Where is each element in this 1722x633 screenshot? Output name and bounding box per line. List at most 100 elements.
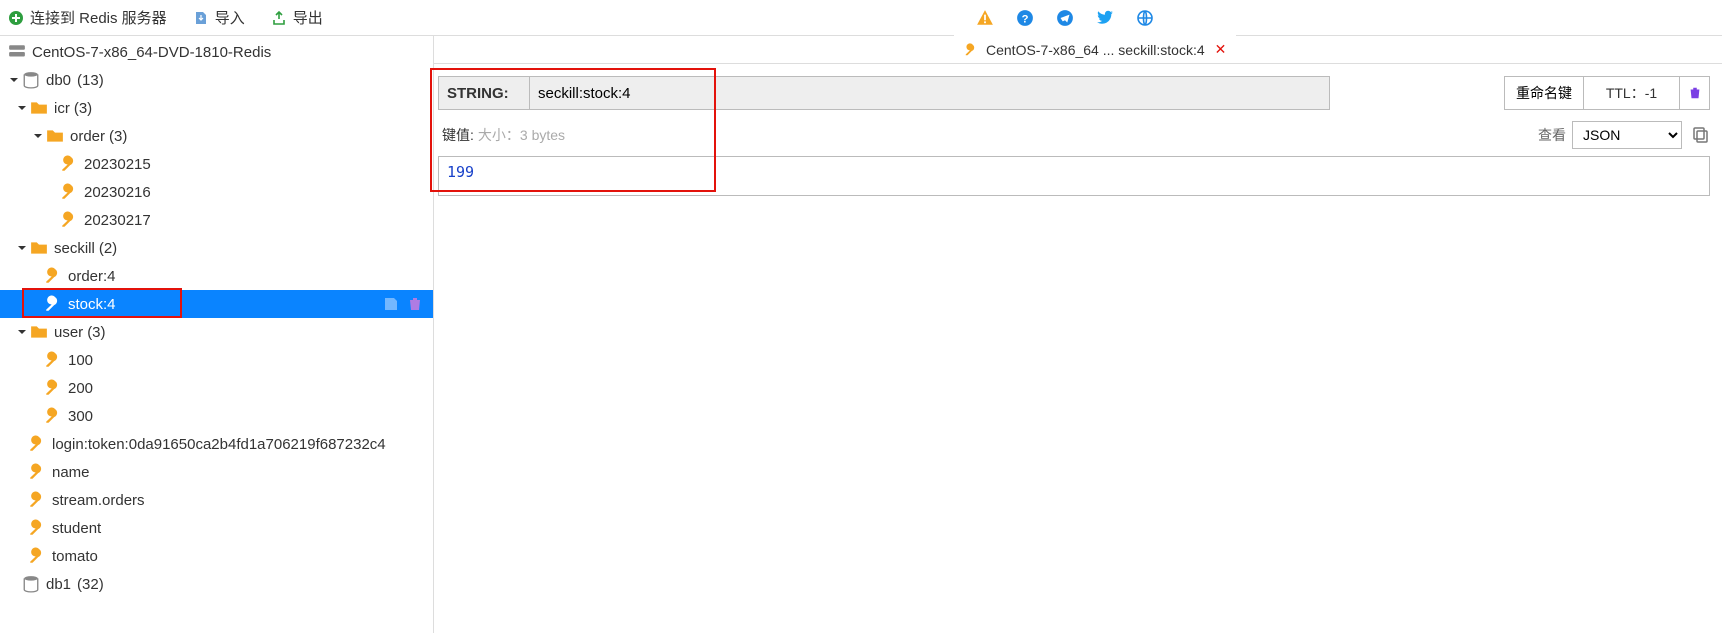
- sidebar[interactable]: CentOS-7-x86_64-DVD-1810-Redis db0 (13) …: [0, 36, 434, 633]
- tree-key-actions: [383, 296, 433, 312]
- tree-key-label: 300: [68, 408, 93, 425]
- tree-folder-count: (2): [99, 240, 117, 257]
- value-textarea[interactable]: 199: [438, 156, 1710, 196]
- tree-folder-label: user: [54, 324, 83, 341]
- connect-button[interactable]: 连接到 Redis 服务器: [8, 7, 167, 28]
- tree-server-label: CentOS-7-x86_64-DVD-1810-Redis: [32, 44, 271, 61]
- key-icon: [60, 183, 78, 201]
- tree-key-label: 100: [68, 352, 93, 369]
- key-name-input[interactable]: [530, 76, 1330, 110]
- tree-server[interactable]: CentOS-7-x86_64-DVD-1810-Redis: [0, 38, 433, 66]
- import-icon: [193, 10, 209, 26]
- tree-key[interactable]: student: [0, 514, 433, 542]
- tree-db1[interactable]: db1 (32): [0, 570, 433, 598]
- key-icon: [28, 463, 46, 481]
- help-icon[interactable]: ?: [1016, 9, 1034, 27]
- view-mode-select[interactable]: JSON: [1572, 121, 1682, 149]
- tree-key-label: 20230215: [84, 156, 151, 173]
- tree-key-label: tomato: [52, 548, 98, 565]
- tree-key[interactable]: 20230217: [0, 206, 433, 234]
- key-icon: [60, 155, 78, 173]
- globe-icon[interactable]: [1136, 9, 1154, 27]
- ttl-button[interactable]: TTL：-1: [1584, 76, 1680, 110]
- detail-row-type: STRING: 重命名键 TTL：-1: [438, 76, 1710, 110]
- view-label: 查看: [1538, 125, 1566, 145]
- trash-icon[interactable]: [407, 296, 423, 312]
- chevron-down-icon: [16, 326, 28, 338]
- key-icon: [28, 547, 46, 565]
- main-split: CentOS-7-x86_64-DVD-1810-Redis db0 (13) …: [0, 36, 1722, 633]
- tree-key[interactable]: login:token:0da91650ca2b4fd1a706219f6872…: [0, 430, 433, 458]
- chevron-down-icon: [16, 242, 28, 254]
- tree-folder-order[interactable]: order (3): [0, 122, 433, 150]
- tree-key-label: 20230216: [84, 184, 151, 201]
- import-label: 导入: [215, 7, 245, 28]
- trash-icon: [1688, 86, 1702, 100]
- warning-icon[interactable]: [976, 9, 994, 27]
- tree-key[interactable]: 200: [0, 374, 433, 402]
- tree-key[interactable]: tomato: [0, 542, 433, 570]
- detail-row-meta: 键值: 大小：3 bytes 查看 JSON: [442, 120, 1710, 150]
- close-icon[interactable]: ✕: [1215, 41, 1227, 58]
- tree-db0[interactable]: db0 (13): [0, 66, 433, 94]
- tab-key[interactable]: CentOS-7-x86_64 ... seckill:stock:4 ✕: [954, 35, 1236, 63]
- edit-icon[interactable]: [383, 296, 399, 312]
- toolbar-left: 连接到 Redis 服务器 导入 导出: [8, 7, 323, 28]
- export-icon: [271, 10, 287, 26]
- tab-bar: CentOS-7-x86_64 ... seckill:stock:4 ✕: [434, 36, 1722, 64]
- key-icon: [28, 435, 46, 453]
- import-button[interactable]: 导入: [193, 7, 245, 28]
- tree-key-label: 200: [68, 380, 93, 397]
- tree-db0-label: db0: [46, 72, 71, 89]
- key-icon: [44, 407, 62, 425]
- tree-key[interactable]: 20230215: [0, 150, 433, 178]
- tree-key[interactable]: 100: [0, 346, 433, 374]
- tree-key[interactable]: order:4: [0, 262, 433, 290]
- folder-icon: [30, 99, 48, 117]
- key-icon: [44, 379, 62, 397]
- tree-key-label: name: [52, 464, 90, 481]
- tree-db1-label: db1: [46, 576, 71, 593]
- copy-icon[interactable]: [1692, 126, 1710, 144]
- rename-button[interactable]: 重命名键: [1504, 76, 1584, 110]
- tree-key-label: login:token:0da91650ca2b4fd1a706219f6872…: [52, 436, 386, 453]
- key-icon: [44, 295, 62, 313]
- database-icon: [22, 575, 40, 593]
- telegram-icon[interactable]: [1056, 9, 1074, 27]
- folder-icon: [30, 239, 48, 257]
- toolbar-right-icons: ?: [976, 9, 1714, 27]
- tree-key-label: student: [52, 520, 101, 537]
- tree-key[interactable]: 20230216: [0, 178, 433, 206]
- tree-folder-label: icr: [54, 100, 70, 117]
- key-detail-panel: STRING: 重命名键 TTL：-1 键值: 大小：3 bytes 查看 JS…: [434, 64, 1722, 196]
- twitter-icon[interactable]: [1096, 9, 1114, 27]
- key-tree: CentOS-7-x86_64-DVD-1810-Redis db0 (13) …: [0, 36, 433, 606]
- tab-title: CentOS-7-x86_64 ... seckill:stock:4: [986, 42, 1205, 58]
- key-icon: [28, 491, 46, 509]
- tree-folder-user[interactable]: user (3): [0, 318, 433, 346]
- tree-key[interactable]: 300: [0, 402, 433, 430]
- connect-label: 连接到 Redis 服务器: [30, 7, 167, 28]
- folder-icon: [30, 323, 48, 341]
- tree-folder-icr[interactable]: icr (3): [0, 94, 433, 122]
- chevron-down-icon: [16, 102, 28, 114]
- chevron-down-icon: [8, 74, 20, 86]
- export-button[interactable]: 导出: [271, 7, 323, 28]
- tree-folder-count: (3): [109, 128, 127, 145]
- tree-folder-seckill[interactable]: seckill (2): [0, 234, 433, 262]
- tree-key-selected[interactable]: stock:4: [0, 290, 433, 318]
- key-icon: [60, 211, 78, 229]
- folder-icon: [46, 127, 64, 145]
- tree-key-label: order:4: [68, 268, 116, 285]
- export-label: 导出: [293, 7, 323, 28]
- key-icon: [964, 43, 978, 57]
- value-label: 键值:: [442, 125, 474, 145]
- tree-key[interactable]: name: [0, 458, 433, 486]
- tree-key[interactable]: stream.orders: [0, 486, 433, 514]
- delete-button[interactable]: [1680, 76, 1710, 110]
- chevron-down-icon: [32, 130, 44, 142]
- key-icon: [44, 351, 62, 369]
- tree-key-label: 20230217: [84, 212, 151, 229]
- tree-db1-count: (32): [77, 576, 104, 593]
- plus-icon: [8, 10, 24, 26]
